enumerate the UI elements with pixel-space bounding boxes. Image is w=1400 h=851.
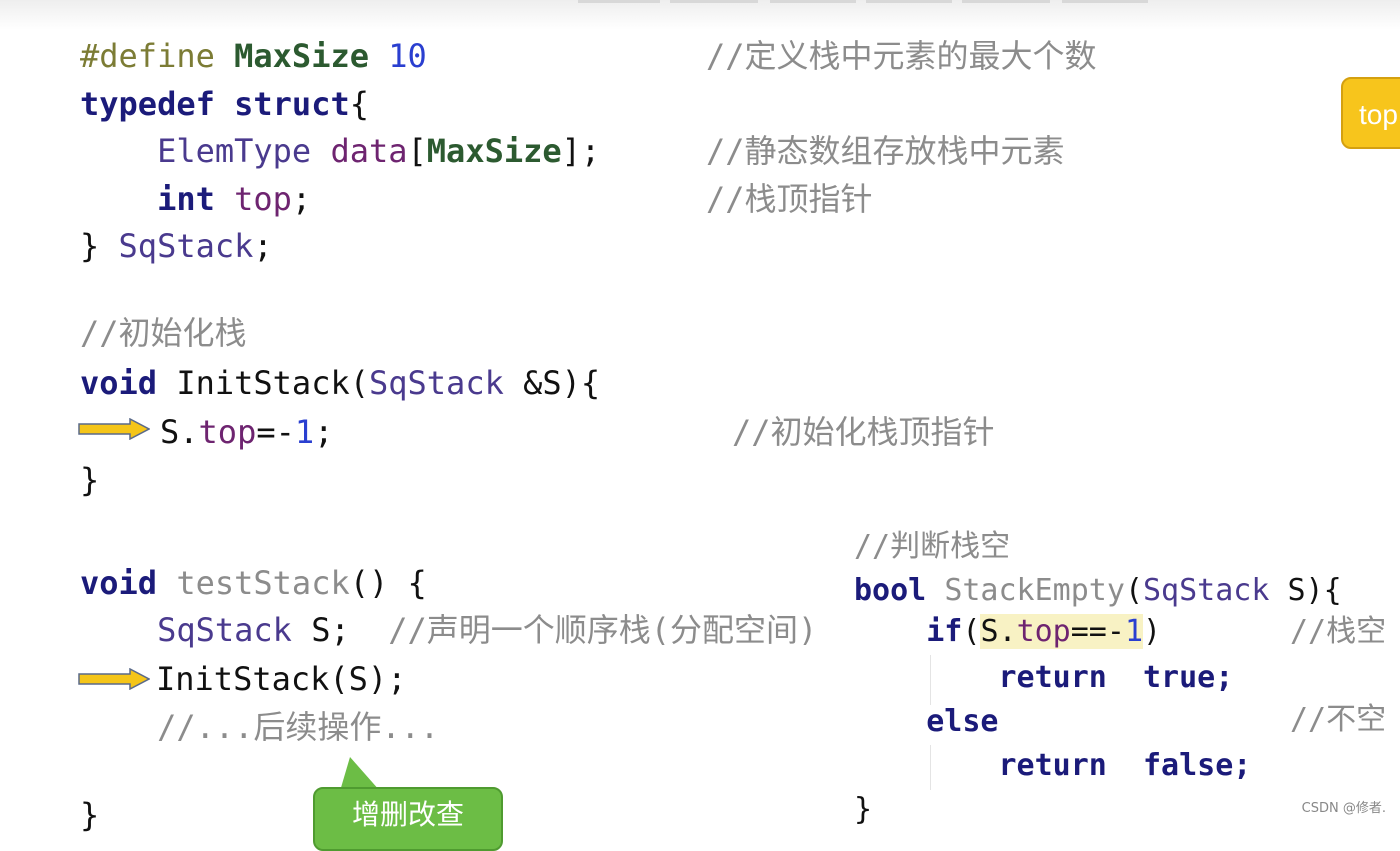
code-token: //...后续操作... — [80, 708, 440, 746]
code-token: typedef — [80, 85, 235, 123]
code-token: top — [234, 180, 292, 218]
code-line: else — [854, 702, 999, 742]
code-token: top — [198, 413, 257, 451]
code-token: testStack — [176, 564, 350, 602]
tab-stub — [962, 0, 1050, 3]
code-token: void — [80, 564, 177, 602]
code-token: ==- — [1070, 614, 1125, 649]
code-token: int — [80, 180, 235, 218]
code-token: &S){ — [523, 364, 601, 402]
code-token: //判断栈空 — [854, 529, 1011, 564]
code-token: { — [349, 85, 369, 123]
crud-callout: 增删改查 — [313, 787, 503, 851]
code-line: return true; — [854, 658, 1233, 698]
code-line: int top; — [80, 179, 311, 219]
code-token: ; — [291, 180, 312, 218]
code-token: [ — [407, 132, 427, 170]
code-line: SqStack S; //声明一个顺序栈(分配空间) — [80, 610, 817, 650]
code-token: SqStack — [1143, 573, 1288, 608]
tab-stub — [770, 0, 856, 3]
code-line: } — [854, 790, 872, 830]
code-token: } — [80, 796, 100, 834]
top-note-label: top — [1341, 77, 1400, 149]
comment-not-empty: //不空 — [1290, 702, 1387, 737]
code-token: ) — [1143, 614, 1162, 649]
code-line: return false; — [854, 746, 1251, 786]
callout-tail — [340, 757, 380, 791]
code-token: S; — [311, 611, 389, 649]
code-token: =- — [256, 413, 295, 451]
tab-stub — [1062, 0, 1148, 3]
tab-stub — [670, 0, 758, 3]
code-line: //判断栈空 — [854, 527, 1010, 567]
code-token: S. — [980, 614, 1017, 649]
tab-stub — [866, 0, 952, 3]
code-token: StackEmpty — [944, 573, 1125, 608]
code-line: #define MaxSize 10 — [80, 36, 427, 76]
code-token: //初始化栈 — [80, 314, 247, 352]
code-token: //声明一个顺序栈(分配空间) — [388, 611, 818, 649]
code-token: ( — [1124, 573, 1143, 608]
code-line: ElemType data[MaxSize]; — [80, 131, 600, 171]
code-token: void — [80, 364, 177, 402]
code-line: //...后续操作... — [80, 707, 439, 747]
code-token: #define — [80, 37, 235, 75]
code-token: ElemType — [80, 132, 331, 170]
code-line: bool StackEmpty(SqStack S){ — [854, 571, 1342, 611]
code-line: } — [80, 795, 99, 835]
comment-data: //静态数组存放栈中元素 — [706, 132, 1065, 170]
comment-top: //栈顶指针 — [706, 180, 873, 218]
code-token: else — [854, 704, 999, 739]
code-token: ; — [253, 227, 273, 265]
code-line: typedef struct{ — [80, 84, 369, 124]
code-token: 1 — [294, 413, 315, 451]
tab-stub — [578, 0, 660, 3]
code-token: return false; — [854, 748, 1252, 783]
code-line: //初始化栈 — [80, 313, 247, 353]
arrow-right-icon — [78, 668, 150, 690]
indent-guide — [930, 655, 931, 705]
code-token: S){ — [1287, 573, 1342, 608]
code-token: 10 — [388, 37, 427, 75]
code-token: InitStack(S); — [156, 660, 407, 698]
comment-init-top: //初始化栈顶指针 — [732, 413, 995, 451]
code-token: SqStack — [368, 364, 524, 402]
code-line: InitStack(S); — [156, 659, 406, 699]
code-token: data — [330, 132, 408, 170]
code-token: bool — [854, 573, 945, 608]
code-line: } — [80, 460, 99, 500]
comment-empty: //栈空 — [1290, 614, 1387, 649]
code-token: } — [80, 461, 100, 499]
code-token: } — [80, 227, 119, 265]
code-token: MaxSize — [234, 37, 389, 75]
code-token: struct — [234, 85, 350, 123]
watermark: CSDN @修者. — [1301, 801, 1386, 816]
code-token: InitStack — [176, 364, 350, 402]
code-token: return true; — [854, 660, 1234, 695]
indent-guide — [930, 745, 931, 790]
code-line: S.top=-1; — [160, 412, 333, 452]
code-token: () { — [349, 564, 427, 602]
code-token: ( — [349, 364, 369, 402]
video-top-bar — [0, 0, 1400, 30]
code-line: void testStack() { — [80, 563, 427, 603]
code-token: } — [854, 792, 873, 827]
code-line: } SqStack; — [80, 226, 273, 266]
comment-maxsize: //定义栈中元素的最大个数 — [706, 37, 1097, 75]
code-token: ; — [314, 413, 334, 451]
code-token: 1 — [1124, 614, 1143, 649]
code-line: void InitStack(SqStack &S){ — [80, 363, 600, 403]
code-token: S. — [160, 413, 199, 451]
arrow-right-icon — [78, 418, 150, 440]
code-token: SqStack — [80, 611, 312, 649]
code-token: ]; — [561, 132, 601, 170]
code-token: MaxSize — [426, 132, 562, 170]
code-token: ( — [962, 614, 981, 649]
code-token: if — [854, 614, 963, 649]
code-token: SqStack — [118, 227, 254, 265]
code-line: if(S.top==-1) — [854, 612, 1161, 652]
code-token: top — [1016, 614, 1071, 649]
